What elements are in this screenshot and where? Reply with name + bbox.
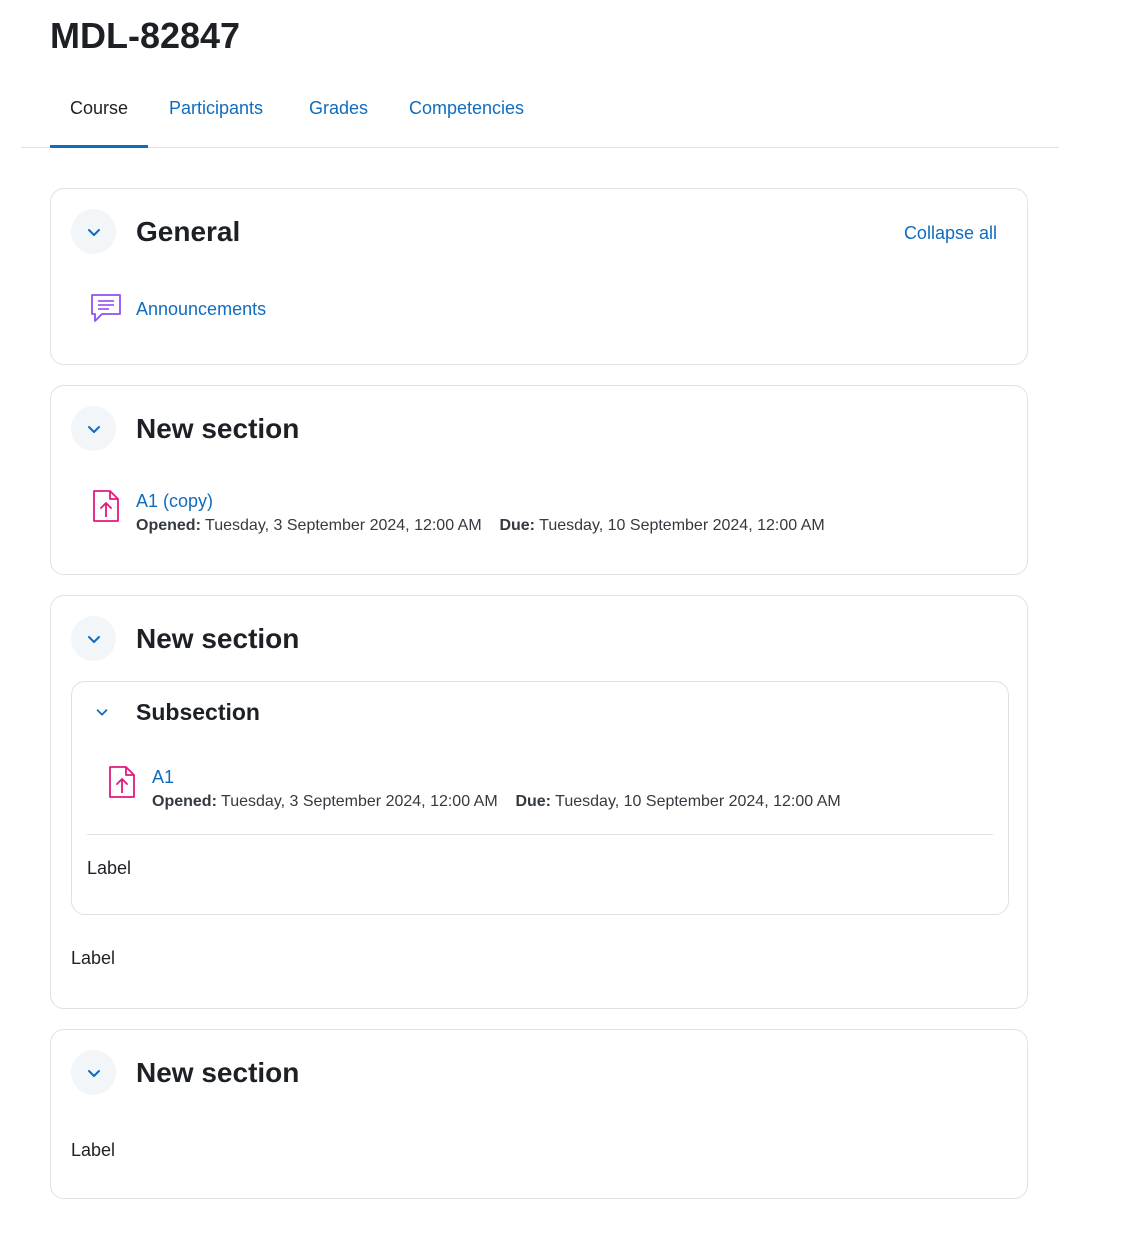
subsection-collapse-toggle[interactable] [87,697,117,727]
activity-dates: Opened: Tuesday, 3 September 2024, 12:00… [152,791,841,813]
page-title: MDL-82847 [50,15,241,56]
collapse-all-link[interactable]: Collapse all [904,221,997,245]
course-nav-tabs: Course Participants Grades Competencies [21,72,1059,148]
section-title: General [136,216,241,247]
subsection-card: Subsection A1 Opened: Tuesday, 3 Septemb… [71,681,1009,915]
section-collapse-toggle[interactable] [71,616,116,661]
activity-link-announcements[interactable]: Announcements [136,297,266,321]
tab-grades[interactable]: Grades [289,72,388,145]
section-title: New section [136,1057,300,1088]
forum-icon [91,294,121,322]
chevron-down-icon [87,1069,100,1077]
activity-link-a1-copy[interactable]: A1 (copy) [136,489,213,513]
due-date: Tuesday, 10 September 2024, 12:00 AM [555,793,841,810]
label-item: Label [71,1140,116,1160]
tab-course[interactable]: Course [50,72,149,148]
section-collapse-toggle[interactable] [71,1050,116,1095]
section-title: New section [136,413,300,444]
tab-participants[interactable]: Participants [149,72,283,145]
course-page: MDL-82847 Course Participants Grades Com… [0,0,1137,1237]
label-item: Label [71,948,116,968]
activity-dates: Opened: Tuesday, 3 September 2024, 12:00… [136,515,825,537]
due-label: Due: [499,517,536,534]
section-collapse-toggle[interactable] [71,406,116,451]
assignment-upload-icon [93,490,119,522]
opened-label: Opened: [136,517,201,534]
activity-link-a1[interactable]: A1 [152,765,174,789]
section-new-1: New section A1 (copy) Opened: Tuesday, 3… [50,385,1028,575]
label-item: Label [87,858,132,878]
section-title: New section [136,623,300,654]
chevron-down-icon [96,709,108,716]
section-new-2: New section Subsection A1 Opened: Tuesda… [50,595,1028,1009]
chevron-down-icon [87,635,100,643]
section-new-3: New section Label [50,1029,1028,1199]
chevron-down-icon [87,228,100,236]
subsection-title: Subsection [136,699,260,725]
due-label: Due: [515,793,552,810]
activity-divider [87,834,993,835]
opened-date: Tuesday, 3 September 2024, 12:00 AM [205,517,482,534]
section-general: General Collapse all Announcements [50,188,1028,365]
due-date: Tuesday, 10 September 2024, 12:00 AM [539,517,825,534]
opened-date: Tuesday, 3 September 2024, 12:00 AM [221,793,498,810]
tab-competencies[interactable]: Competencies [389,72,544,145]
assignment-upload-icon [109,766,135,798]
opened-label: Opened: [152,793,217,810]
section-collapse-toggle[interactable] [71,209,116,254]
chevron-down-icon [87,425,100,433]
